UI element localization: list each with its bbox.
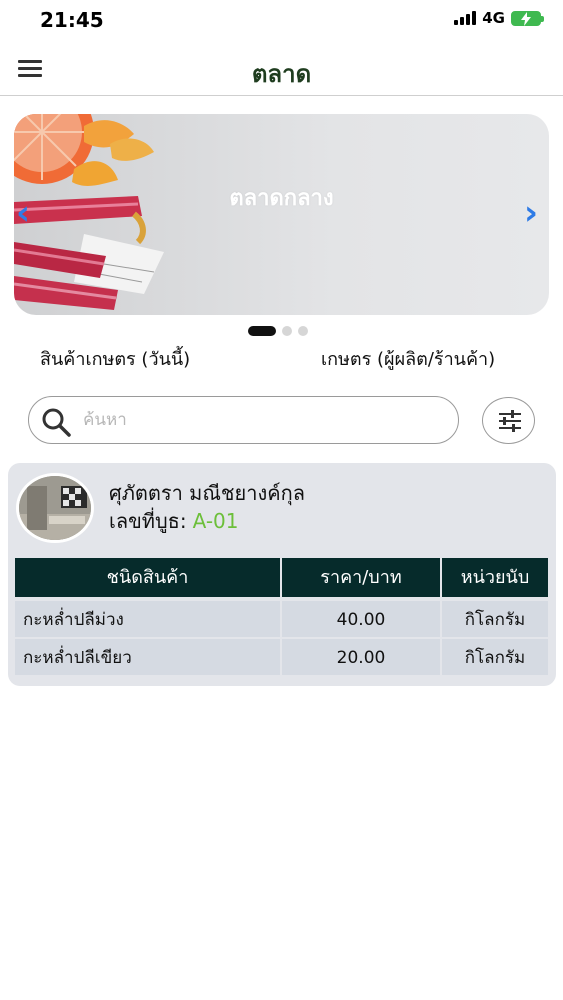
product-price: 40.00	[282, 601, 440, 637]
product-unit: กิโลกรัม	[442, 639, 548, 675]
status-bar: 21:45 4G	[0, 0, 563, 38]
page-title: ตลาด	[251, 60, 312, 88]
product-name: กะหล่ำปลีม่วง	[15, 601, 280, 637]
nav-bar: ตลาด	[0, 40, 563, 96]
search-input[interactable]	[83, 405, 443, 435]
filter-button[interactable]	[482, 397, 535, 444]
vendor-avatar	[16, 473, 94, 543]
product-unit: กิโลกรัม	[442, 601, 548, 637]
booth-code: A-01	[192, 509, 239, 533]
carousel-prev-arrow-icon[interactable]: ‹	[16, 196, 30, 230]
carousel-dot-3[interactable]	[298, 326, 308, 336]
network-type: 4G	[482, 9, 505, 27]
product-name: กะหล่ำปลีเขียว	[15, 639, 280, 675]
search-icon	[42, 408, 71, 437]
table-header-price: ราคา/บาท	[282, 558, 440, 597]
carousel-pagination	[248, 326, 308, 336]
filter-sliders-icon	[499, 410, 521, 432]
banner-title: ตลาดกลาง	[229, 186, 334, 211]
vendor-card[interactable]: ศุภัตตรา มณีชยางค์กุล เลขที่บูธ: A-01 ชนิ…	[8, 463, 556, 686]
product-price: 20.00	[282, 639, 440, 675]
signal-icon	[454, 11, 477, 25]
table-row: กะหล่ำปลีม่วง 40.00 กิโลกรัม	[15, 601, 548, 637]
table-header-product: ชนิดสินค้า	[15, 558, 280, 597]
status-time: 21:45	[40, 8, 104, 32]
search-bar[interactable]	[28, 396, 459, 444]
carousel-dot-2[interactable]	[282, 326, 292, 336]
status-icons: 4G	[454, 9, 544, 27]
battery-charging-icon	[511, 10, 544, 26]
booth-label: เลขที่บูธ:	[109, 509, 187, 533]
table-header-unit: หน่วยนับ	[442, 558, 548, 597]
tab-agri-products-today[interactable]: สินค้าเกษตร (วันนี้)	[40, 344, 190, 373]
banner-carousel[interactable]: ตลาดกลาง	[14, 114, 549, 315]
carousel-next-arrow-icon[interactable]: ›	[524, 196, 538, 230]
carousel-dot-1[interactable]	[248, 326, 276, 336]
booth-number: เลขที่บูธ: A-01	[109, 505, 239, 537]
tab-agri-producers-shops[interactable]: เกษตร (ผู้ผลิต/ร้านค้า)	[321, 344, 495, 373]
table-row: กะหล่ำปลีเขียว 20.00 กิโลกรัม	[15, 639, 548, 675]
